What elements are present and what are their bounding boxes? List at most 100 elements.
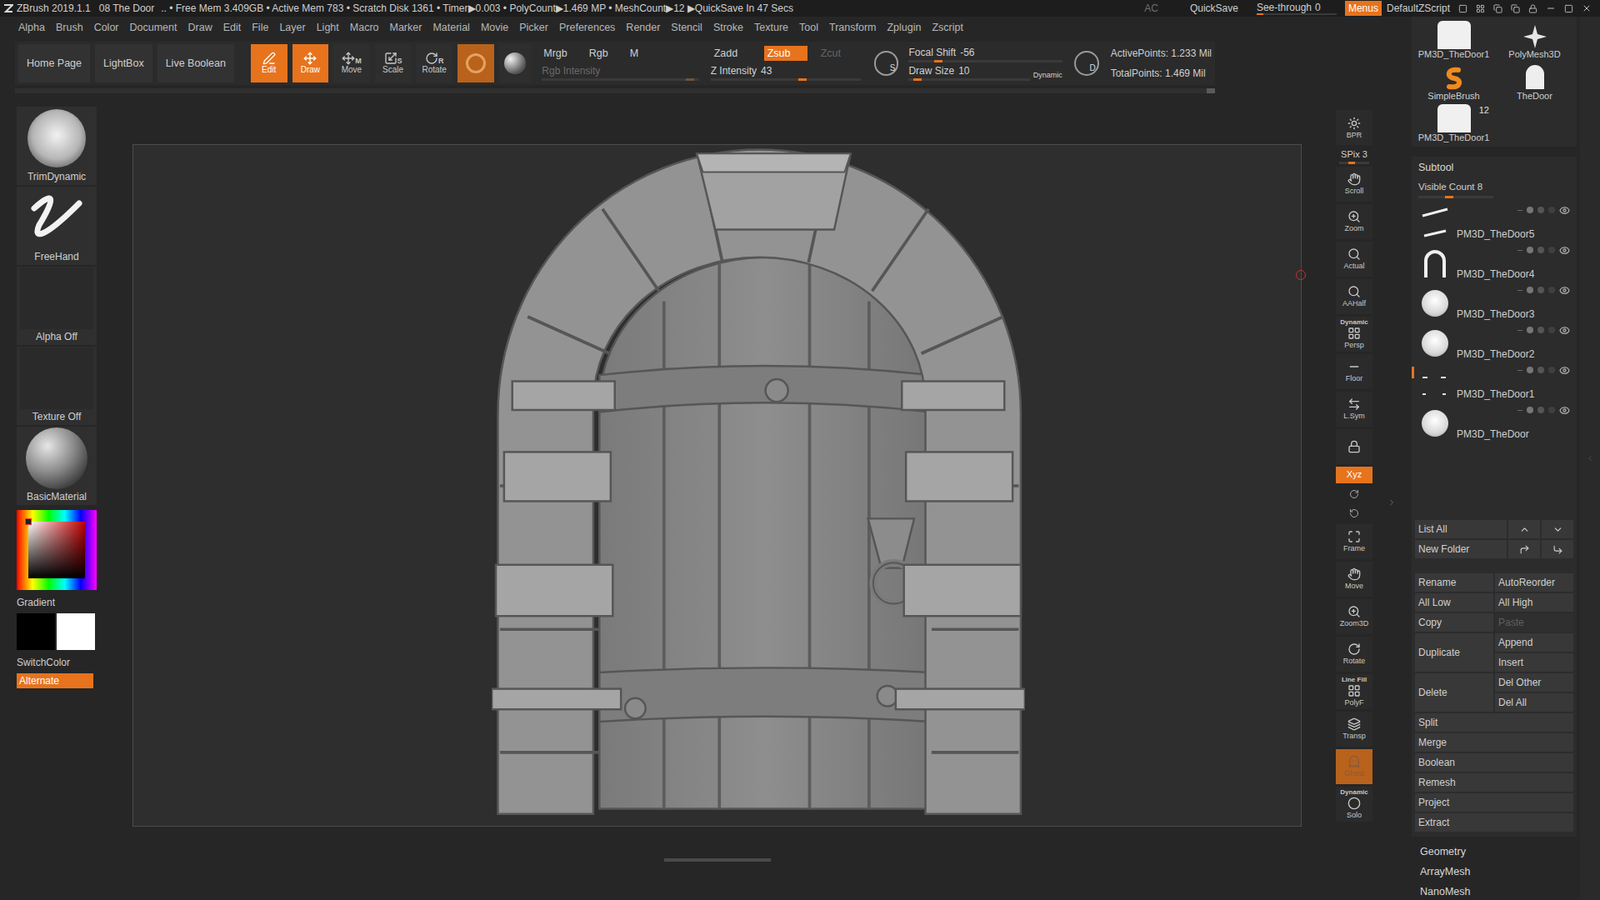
subtool-title[interactable]: Subtool — [1411, 156, 1577, 176]
color-picker[interactable] — [16, 510, 97, 590]
subtool-row[interactable]: PM3D_TheDoor4 — [1411, 243, 1577, 284]
lock-icon[interactable] — [1528, 4, 1538, 14]
menu-item[interactable]: Alpha — [18, 20, 45, 36]
brush-tile[interactable]: TrimDynamic — [16, 106, 97, 185]
subtool-row[interactable]: PM3D_TheDoor — [1411, 403, 1577, 444]
sphere-button[interactable] — [499, 44, 533, 83]
color-mode-button[interactable]: Rgb — [587, 45, 610, 62]
menu-item[interactable]: Marker — [390, 20, 423, 36]
view-button[interactable]: BPR — [1335, 110, 1373, 145]
gradient-label[interactable]: Gradient — [16, 595, 102, 610]
tool-thumbnail[interactable]: PolyMesh3D — [1495, 20, 1574, 60]
append-button[interactable]: Append — [1495, 633, 1574, 652]
menu-item[interactable]: Layer — [279, 20, 305, 36]
menu-item[interactable]: Macro — [350, 20, 380, 36]
subtool-action-button[interactable]: Copy — [1415, 613, 1494, 632]
visibility-eye-icon[interactable] — [1559, 325, 1570, 336]
new-folder-button[interactable]: New Folder — [1415, 540, 1507, 559]
layout-icon[interactable] — [1458, 4, 1468, 14]
visibility-eye-icon[interactable] — [1559, 245, 1570, 256]
menu-item[interactable]: Edit — [223, 20, 242, 36]
subpalette-button[interactable]: Split — [1415, 713, 1574, 732]
menu-item[interactable]: Draw — [188, 20, 213, 36]
view-button[interactable]: Zoom3D — [1335, 599, 1373, 635]
spix-slider[interactable]: SPix 3 — [1337, 147, 1371, 165]
restore-layout-icon[interactable] — [1493, 4, 1503, 14]
view-button[interactable]: Move — [1335, 561, 1373, 597]
maximize-icon[interactable] — [1564, 4, 1574, 14]
menu-item[interactable]: Movie — [480, 20, 509, 36]
subpalette-header[interactable]: ArrayMesh — [1420, 863, 1580, 880]
view-button[interactable]: Rotate — [1335, 636, 1373, 672]
menu-item[interactable]: Render — [625, 20, 660, 36]
menu-item[interactable]: Zplugin — [886, 20, 921, 36]
collapse-tray-icon[interactable] — [1585, 454, 1595, 463]
tool-thumbnail[interactable]: 12PM3D_TheDoor1 — [1415, 103, 1493, 144]
rotation-axis-button[interactable] — [1345, 505, 1363, 522]
material-mode-button[interactable] — [457, 44, 495, 83]
menu-item[interactable]: Tool — [799, 20, 819, 36]
transform-tool-button[interactable]: SScale — [375, 44, 412, 83]
move-down-button[interactable] — [1541, 520, 1574, 539]
menu-item[interactable]: Zscript — [931, 20, 964, 36]
door-model[interactable] — [491, 147, 1025, 825]
save-layout-icon[interactable] — [1510, 4, 1520, 14]
view-button[interactable]: Ghost — [1335, 749, 1373, 785]
tool-thumbnail[interactable]: PM3D_TheDoor1 — [1415, 20, 1493, 60]
list-all-button[interactable]: List All — [1415, 520, 1507, 539]
view-button[interactable]: Floor — [1335, 354, 1373, 390]
minimize-icon[interactable] — [1545, 3, 1556, 14]
bottom-tray-handle[interactable] — [664, 858, 771, 862]
menu-item[interactable]: Stroke — [713, 20, 744, 36]
subpalette-button[interactable]: Remesh — [1415, 773, 1574, 792]
material-tile[interactable]: BasicMaterial — [16, 426, 97, 505]
subtool-row[interactable]: PM3D_TheDoor1 — [1411, 363, 1577, 404]
visibility-eye-icon[interactable] — [1559, 405, 1570, 416]
quicksave-button[interactable]: QuickSave — [1190, 0, 1239, 16]
z-mode-button[interactable]: Zsub — [764, 45, 808, 62]
subpalette-button[interactable]: Extract — [1415, 813, 1574, 832]
transform-tool-button[interactable]: MMove — [333, 44, 370, 83]
view-button[interactable]: DynamicSolo — [1335, 786, 1373, 822]
dynamic-toggle[interactable]: Dynamic — [1033, 70, 1063, 82]
subpalette-button[interactable]: Merge — [1415, 733, 1574, 752]
view-button[interactable]: L.Sym — [1335, 391, 1373, 427]
delete-button[interactable]: Delete — [1415, 673, 1494, 712]
menu-item[interactable]: Picker — [519, 20, 549, 36]
rotation-axis-button[interactable] — [1345, 485, 1363, 503]
subpalette-button[interactable]: Boolean — [1415, 753, 1574, 772]
color-mode-button[interactable]: M — [628, 45, 640, 62]
subtool-row[interactable]: PM3D_TheDoor3 — [1411, 283, 1577, 324]
draw-size-slider[interactable]: Draw Size10 — [908, 64, 1030, 81]
visibility-eye-icon[interactable] — [1559, 205, 1570, 216]
view-button[interactable]: Zoom — [1335, 204, 1373, 240]
view-button[interactable]: Transp — [1335, 711, 1373, 747]
main-color-swatch[interactable] — [16, 613, 55, 650]
folder-down-button[interactable] — [1541, 540, 1574, 559]
tool-thumbnail[interactable]: TheDoor — [1495, 61, 1574, 102]
subtool-action-button[interactable]: All Low — [1415, 593, 1494, 612]
switch-color-button[interactable]: SwitchColor — [16, 655, 102, 670]
document-canvas[interactable] — [132, 144, 1302, 827]
subtool-row[interactable]: PM3D_TheDoor5 — [1411, 203, 1577, 244]
shelf-scrollbar[interactable] — [15, 88, 1215, 94]
view-button[interactable]: Actual — [1335, 241, 1373, 277]
menu-item[interactable]: Brush — [55, 20, 84, 36]
xyz-toggle[interactable]: Xyz — [1335, 466, 1373, 484]
transform-tool-button[interactable]: Edit — [250, 44, 288, 83]
transform-tool-button[interactable]: Draw — [292, 44, 330, 83]
script-button[interactable]: DefaultZScript — [1386, 0, 1450, 16]
menu-item[interactable]: Texture — [754, 20, 789, 36]
visibility-eye-icon[interactable] — [1559, 365, 1570, 376]
menus-button[interactable]: Menus — [1345, 0, 1382, 16]
d-button[interactable]: D — [1074, 50, 1100, 76]
insert-button[interactable]: Insert — [1495, 653, 1574, 672]
alpha-tile[interactable]: Alpha Off — [16, 266, 97, 345]
tray-toggle[interactable] — [1375, 105, 1409, 900]
move-up-button[interactable] — [1508, 520, 1540, 539]
texture-tile[interactable]: Texture Off — [16, 346, 97, 425]
see-through-slider[interactable]: See-through0 — [1256, 1, 1337, 15]
view-button[interactable]: DynamicPersp — [1335, 316, 1373, 352]
menu-item[interactable]: Color — [94, 20, 120, 36]
alternate-button[interactable]: Alternate — [16, 673, 94, 689]
